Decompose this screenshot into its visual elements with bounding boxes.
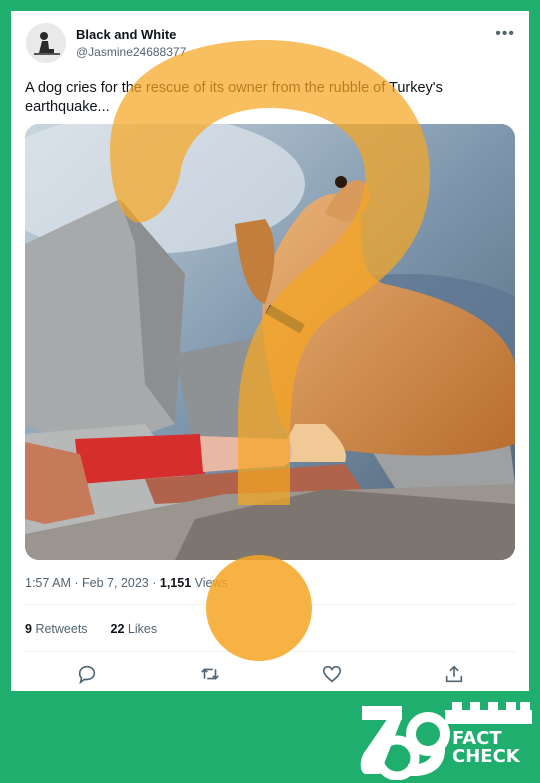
like-icon[interactable] xyxy=(321,663,343,685)
tweet-date[interactable]: Feb 7, 2023 xyxy=(82,576,149,590)
reply-icon[interactable] xyxy=(76,663,98,685)
tweet-time[interactable]: 1:57 AM xyxy=(25,576,71,590)
avatar[interactable] xyxy=(26,23,66,63)
tweet-card: Black and White @Jasmine24688377 ••• A d… xyxy=(11,11,529,691)
user-handle[interactable]: @Jasmine24688377 xyxy=(76,45,186,59)
meta-separator: · xyxy=(74,576,79,590)
more-horizontal-icon[interactable]: ••• xyxy=(495,25,515,43)
tweet-text: A dog cries for the rescue of its owner … xyxy=(25,80,443,115)
action-bar xyxy=(11,663,529,687)
likes-link[interactable]: 22 Likes xyxy=(111,622,158,636)
tweet-meta: 1:57 AM · Feb 7, 2023 · 1,151 Views xyxy=(25,576,228,590)
share-icon[interactable] xyxy=(443,663,465,685)
meta-separator: · xyxy=(152,576,157,590)
brand-line2: CHECK xyxy=(452,746,520,767)
views-count: 1,151 xyxy=(159,576,192,590)
dog-photo xyxy=(25,124,515,560)
brand-wordmark: FACT CHECK xyxy=(452,730,520,766)
tweet-photo[interactable] xyxy=(25,124,515,560)
divider xyxy=(25,651,515,652)
likes-label: Likes xyxy=(127,622,158,636)
divider xyxy=(25,604,515,605)
retweet-icon[interactable] xyxy=(199,663,221,685)
retweets-count: 9 xyxy=(25,622,32,636)
retweets-label: Retweets xyxy=(35,622,88,636)
likes-count: 22 xyxy=(110,622,125,636)
display-name[interactable]: Black and White xyxy=(76,27,176,42)
engagement-stats: 9 Retweets 22 Likes xyxy=(25,622,157,636)
views-label: Views xyxy=(194,576,228,590)
retweets-link[interactable]: 9 Retweets xyxy=(25,622,91,636)
